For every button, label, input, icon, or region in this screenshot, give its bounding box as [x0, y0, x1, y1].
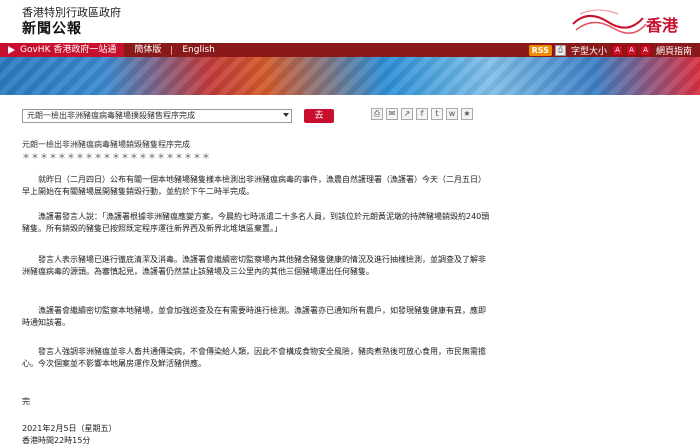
govhk-link[interactable]: GovHK 香港政府一站通 [0, 43, 125, 57]
font-medium-icon[interactable]: A [625, 44, 637, 56]
article-paragraph-1: 就昨日（二月四日）公布有關一個本地豬場豬隻樣本檢測出非洲豬瘟病毒的事件，漁農自然… [22, 175, 486, 196]
select-value: 元朗一檢出非洲豬瘟病毒豬場撲殺豬售程序完成 [27, 111, 195, 120]
print-icon[interactable]: ⎙ [554, 44, 566, 56]
article-paragraph-3: 發言人表示豬場已進行徹底清潔及消毒。漁護署會繼續密切監察場內其他豬舍豬隻健康的情… [22, 255, 486, 276]
rss-button[interactable]: RSS [528, 44, 552, 56]
site-header: 香港特別行政區政府 新聞公報 香港 [0, 0, 700, 40]
article-date: 2021年2月5日（星期五） [22, 424, 117, 433]
font-large-icon[interactable]: A [639, 44, 651, 56]
simplified-chinese-link[interactable]: 簡体版 [124, 43, 171, 57]
headline-divider: ＊＊＊＊＊＊＊＊＊＊＊＊＊＊＊＊＊＊＊＊＊ [22, 152, 211, 161]
twitter-icon[interactable]: t [431, 108, 443, 120]
bookmark-icon[interactable]: ★ [461, 108, 473, 120]
article-paragraph-5: 發言人強調非洲豬瘟並非人畜共通傳染病，不會傳染給人類，因此不會構成食物安全風險，… [22, 347, 486, 368]
utility-bar: RSS ⎙ 字型大小 A A A 網頁指南 [528, 43, 700, 57]
article-headline: 元朗一檢出非洲豬瘟病毒豬場銷毀豬隻程序完成 [22, 140, 190, 149]
font-small-icon[interactable]: A [611, 44, 623, 56]
font-size-label: 字型大小 [570, 46, 607, 57]
site-guide-link[interactable]: 網頁指南 [654, 44, 694, 57]
weibo-icon[interactable]: w [446, 108, 458, 120]
print-icon[interactable]: ⎙ [371, 108, 383, 120]
header-banner [0, 57, 700, 95]
press-release-select[interactable]: 元朗一檢出非洲豬瘟病毒豬場撲殺豬售程序完成 [22, 109, 292, 123]
article-time: 香港時間22時15分 [22, 436, 91, 445]
chevron-down-icon [283, 113, 289, 117]
brand-swirl-icon [572, 9, 647, 34]
english-link[interactable]: English [172, 43, 225, 57]
go-button[interactable]: 去 [304, 109, 334, 123]
share-icon[interactable]: ↗ [401, 108, 413, 120]
page-title[interactable]: 新聞公報 [22, 18, 82, 38]
email-icon[interactable]: ✉ [386, 108, 398, 120]
article-paragraph-2: 漁護署發言人說：「漁護署根據非洲豬瘟應變方案，今晨約七時派遣二十多名人員，到該位… [22, 212, 490, 233]
article-paragraph-4: 漁護署會繼續密切監察本地豬場，並會加強巡查及在有需要時進行檢測。漁護署亦已通知所… [22, 306, 486, 327]
facebook-icon[interactable]: f [416, 108, 428, 120]
article-end-mark: 完 [22, 397, 30, 406]
brand-hk-logo[interactable]: 香港 [568, 4, 678, 36]
share-toolbar: ⎙ ✉ ↗ f t w ★ [371, 108, 473, 120]
logo-text: 香港 [645, 16, 678, 35]
